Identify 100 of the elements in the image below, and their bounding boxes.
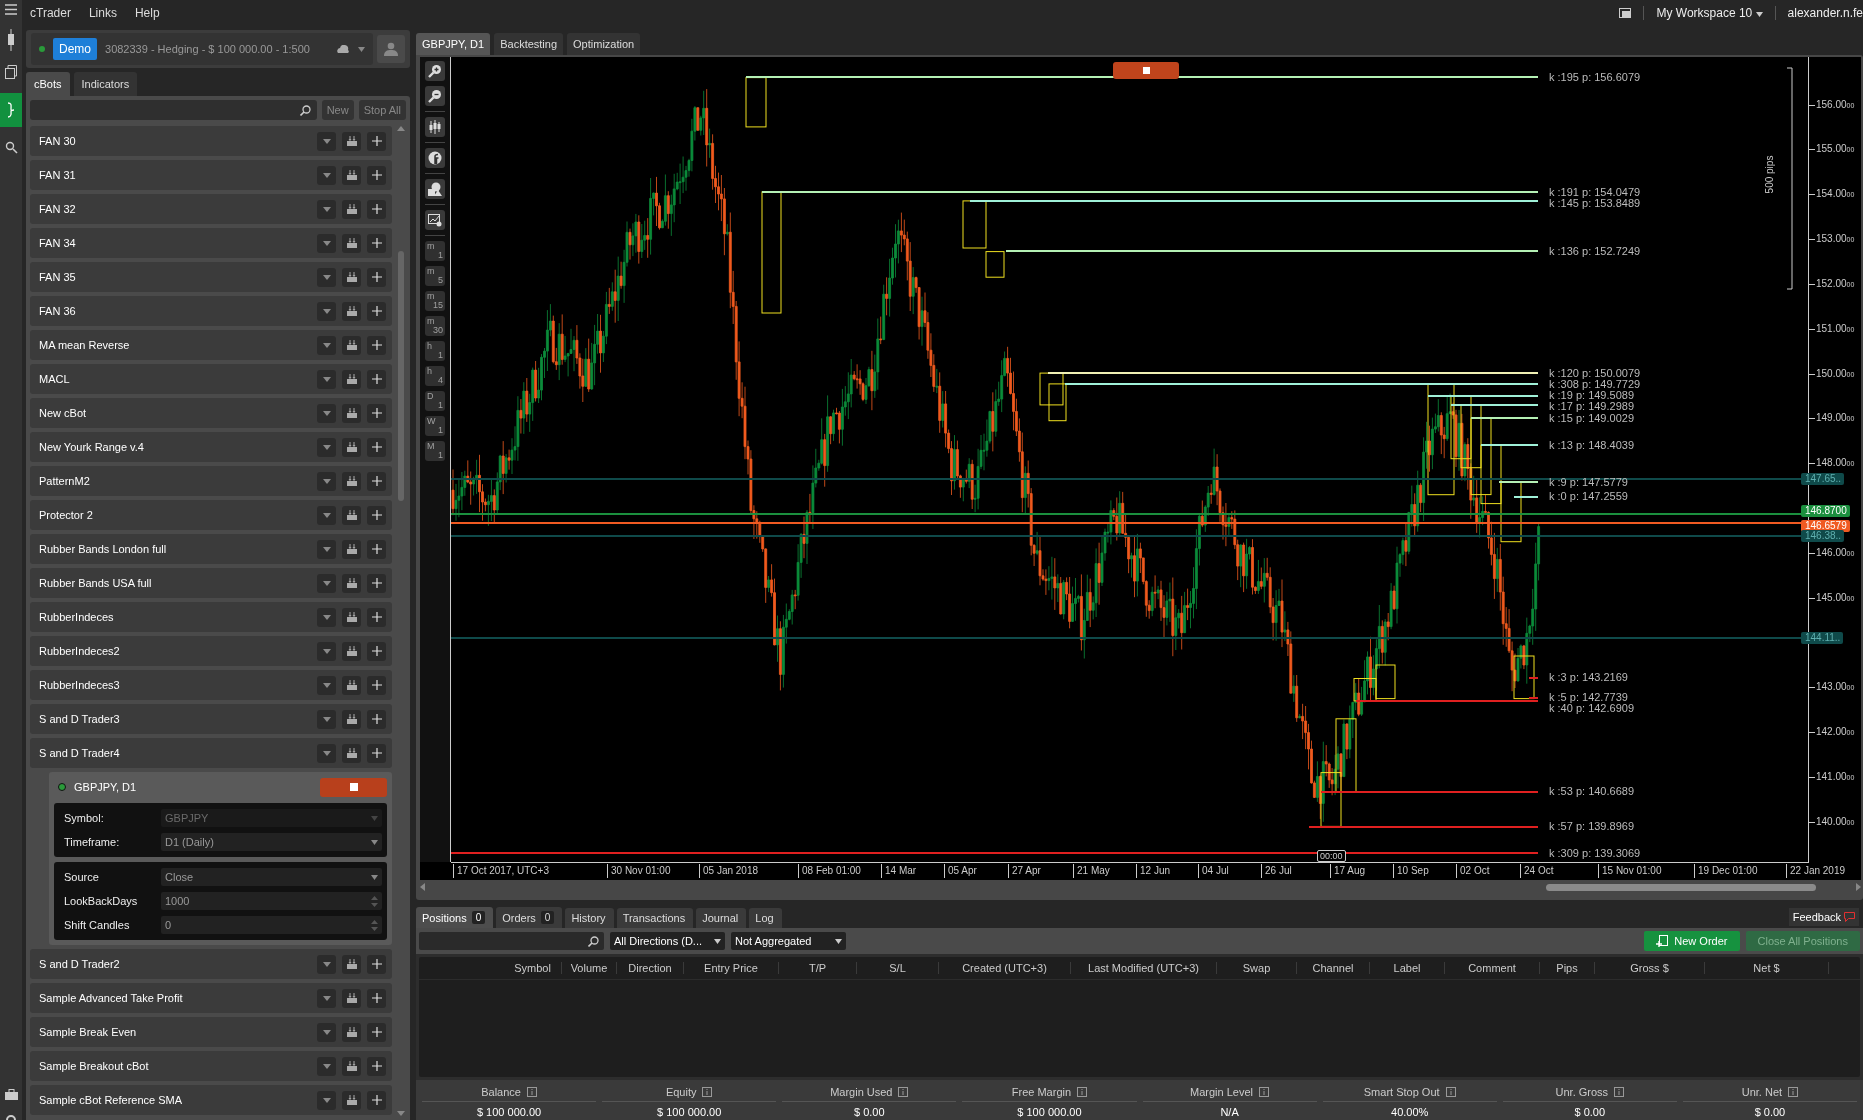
- cbot-row[interactable]: New cBot: [30, 398, 392, 428]
- instance-button[interactable]: [342, 335, 361, 355]
- zoom-in-button[interactable]: [425, 61, 445, 81]
- cbot-row[interactable]: FAN 31: [30, 160, 392, 190]
- add-button[interactable]: [367, 471, 386, 491]
- add-button[interactable]: [367, 954, 386, 974]
- dropdown-button[interactable]: [317, 607, 336, 627]
- column-header[interactable]: Symbol: [504, 962, 562, 974]
- bottom-tab[interactable]: Transactions: [616, 908, 694, 928]
- cbot-row[interactable]: RubberIndeces3: [30, 670, 392, 700]
- column-header[interactable]: Entry Price: [684, 962, 779, 974]
- stop-button[interactable]: [1113, 62, 1179, 79]
- code-tab[interactable]: [0, 93, 22, 127]
- info-icon[interactable]: [526, 1087, 537, 1097]
- dropdown-button[interactable]: [317, 954, 336, 974]
- cbot-row[interactable]: FAN 34: [30, 228, 392, 258]
- chart-tab[interactable]: GBPJPY, D1: [416, 33, 491, 55]
- column-header[interactable]: Direction: [617, 962, 684, 974]
- cbot-row[interactable]: Rubber Bands USA full: [30, 568, 392, 598]
- copy-icon[interactable]: [5, 65, 17, 79]
- candlestick-icon[interactable]: [6, 29, 16, 51]
- dropdown-button[interactable]: [317, 403, 336, 423]
- column-header[interactable]: Label: [1370, 962, 1445, 974]
- dropdown-button[interactable]: [317, 267, 336, 287]
- cbot-row[interactable]: Sample cBot Reference SMA: [30, 1085, 392, 1115]
- scroll-left-icon[interactable]: [420, 883, 425, 891]
- filter-dropdown[interactable]: All Directions (D...: [610, 932, 725, 950]
- column-header[interactable]: Pips: [1540, 962, 1595, 974]
- scroll-down-icon[interactable]: [397, 1111, 405, 1116]
- add-button[interactable]: [367, 1090, 386, 1110]
- dropdown-button[interactable]: [317, 1090, 336, 1110]
- timeframe-button[interactable]: m 15: [425, 291, 445, 311]
- add-button[interactable]: [367, 1022, 386, 1042]
- cbot-row[interactable]: Sample Advanced Take Profit: [30, 983, 392, 1013]
- column-header[interactable]: Volume: [562, 962, 617, 974]
- info-icon[interactable]: [1788, 1087, 1799, 1097]
- info-icon[interactable]: [1614, 1087, 1625, 1097]
- add-button[interactable]: [367, 988, 386, 1008]
- chart-tab[interactable]: Optimization: [567, 33, 641, 55]
- cbot-row[interactable]: Sample Break Even: [30, 1017, 392, 1047]
- column-header[interactable]: T/P: [779, 962, 857, 974]
- instance-button[interactable]: [342, 165, 361, 185]
- scroll-right-icon[interactable]: [1856, 883, 1861, 891]
- cbot-row[interactable]: MACL: [30, 364, 392, 394]
- scrollbar-thumb[interactable]: [1546, 883, 1816, 891]
- instance-button[interactable]: [342, 675, 361, 695]
- dropdown-button[interactable]: [317, 335, 336, 355]
- cbot-row[interactable]: FAN 32: [30, 194, 392, 224]
- instance-button[interactable]: [342, 743, 361, 763]
- cbot-row[interactable]: MA mean Reverse: [30, 330, 392, 360]
- instance-button[interactable]: [342, 1022, 361, 1042]
- scrollbar-thumb[interactable]: [398, 251, 404, 501]
- instance-button[interactable]: [342, 573, 361, 593]
- column-header[interactable]: Swap: [1217, 962, 1297, 974]
- cbot-row[interactable]: Protector 2: [30, 500, 392, 530]
- add-button[interactable]: [367, 267, 386, 287]
- account-selector[interactable]: Demo 3082339 - Hedging - $ 100 000.00 - 1:500: [31, 33, 373, 65]
- dropdown-button[interactable]: [317, 199, 336, 219]
- zoom-out-button[interactable]: [425, 86, 445, 106]
- column-header[interactable]: Created (UTC+3): [939, 962, 1071, 974]
- column-header[interactable]: Comment: [1445, 962, 1540, 974]
- dropdown-button[interactable]: [317, 1056, 336, 1076]
- timeframe-button[interactable]: h 4: [425, 366, 445, 386]
- instance-button[interactable]: [342, 1056, 361, 1076]
- add-button[interactable]: [367, 369, 386, 389]
- dropdown-button[interactable]: [317, 165, 336, 185]
- menu-item[interactable]: Links: [88, 6, 117, 20]
- instance-button[interactable]: [342, 369, 361, 389]
- add-button[interactable]: [367, 199, 386, 219]
- instance-button[interactable]: [342, 199, 361, 219]
- search-field[interactable]: [419, 932, 604, 950]
- cbot-row[interactable]: FAN 35: [30, 262, 392, 292]
- toolbar-button[interactable]: Stop All: [358, 100, 406, 120]
- instance-button[interactable]: [342, 233, 361, 253]
- add-button[interactable]: [367, 607, 386, 627]
- dropdown-button[interactable]: [317, 539, 336, 559]
- search-icon[interactable]: [4, 141, 18, 154]
- column-header[interactable]: Net $: [1705, 962, 1829, 974]
- bottom-tab[interactable]: Journal: [696, 908, 747, 928]
- dropdown-button[interactable]: [317, 641, 336, 661]
- filter-dropdown[interactable]: Not Aggregated: [731, 932, 846, 950]
- add-button[interactable]: [367, 1056, 386, 1076]
- indicator-button[interactable]: [425, 148, 445, 168]
- timeframe-button[interactable]: h 1: [425, 341, 445, 361]
- timeframe-button[interactable]: m 30: [425, 316, 445, 336]
- cbot-row[interactable]: FAN 36: [30, 296, 392, 326]
- dropdown-button[interactable]: [317, 505, 336, 525]
- instance-button[interactable]: [342, 988, 361, 1008]
- add-button[interactable]: [367, 437, 386, 457]
- dropdown-button[interactable]: [317, 233, 336, 253]
- menu-item[interactable]: Help: [134, 6, 160, 20]
- cbot-row[interactable]: S and D Trader4: [30, 738, 392, 768]
- instance-button[interactable]: [342, 539, 361, 559]
- add-button[interactable]: [367, 709, 386, 729]
- instance-button[interactable]: [342, 954, 361, 974]
- add-button[interactable]: [367, 641, 386, 661]
- panel-tab[interactable]: cBots: [26, 72, 70, 96]
- add-button[interactable]: [367, 573, 386, 593]
- search-field[interactable]: [30, 100, 317, 120]
- bottom-tab[interactable]: Orders 0: [496, 907, 563, 928]
